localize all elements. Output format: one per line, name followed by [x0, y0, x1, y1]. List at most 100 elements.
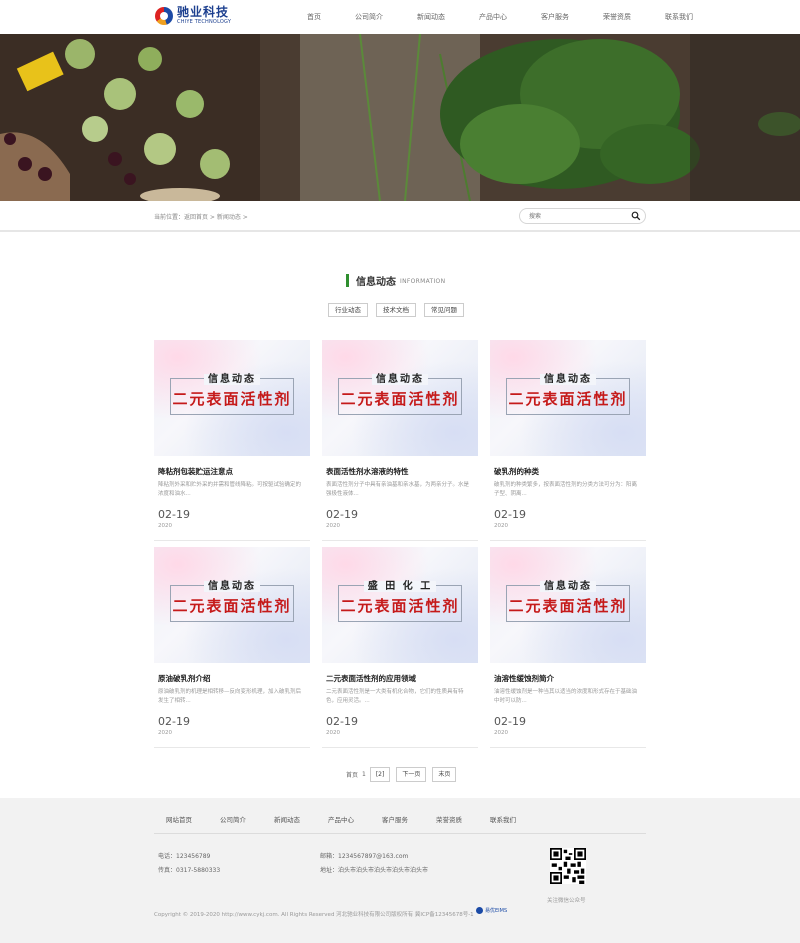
- news-excerpt: 降粘剂外采和贮外采的并需和管线降粘。可按驱试验确定的浓度和油水...: [158, 482, 302, 497]
- news-title[interactable]: 表面活性剂水溶液的特性: [326, 466, 409, 477]
- news-title[interactable]: 降粘剂包装贮运注意点: [158, 466, 233, 477]
- thumbnail-caption: 信息动态: [372, 374, 428, 385]
- tab-faq[interactable]: 常见问题: [424, 303, 464, 317]
- news-year: 2020: [494, 523, 508, 529]
- news-date: 02-19: [158, 508, 190, 521]
- news-excerpt: 破乳剂的种类繁多，按表面活性剂的分类方法可分为：阳离子型、阴离...: [494, 482, 638, 497]
- news-date: 02-19: [158, 715, 190, 728]
- news-thumbnail[interactable]: 信息动态 二元表面活性剂: [490, 547, 646, 663]
- news-title[interactable]: 破乳剂的种类: [494, 466, 539, 477]
- logo-text-cn: 驰业科技: [177, 5, 230, 19]
- news-excerpt: 二元表面活性剂是一大类有机化合物，它们的性质具有特色，应用灵活。...: [326, 689, 464, 704]
- news-year: 2020: [494, 730, 508, 736]
- news-thumbnail[interactable]: 信息动态 二元表面活性剂: [154, 340, 310, 456]
- cms-badge[interactable]: 易优EIMS: [476, 907, 507, 914]
- logo-text-en: CHIYE TECHNOLOGY: [177, 19, 232, 25]
- news-title[interactable]: 油溶性缓蚀剂简介: [494, 673, 554, 684]
- thumbnail-caption: 信息动态: [540, 581, 596, 592]
- breadcrumb-bar: 当前位置：返回首页 > 新闻动态 >: [0, 201, 800, 232]
- footer-phone: 电话：123456789: [158, 853, 211, 860]
- main-nav: 首页 公司简介 新闻动态 产品中心 客户服务 荣誉资质 联系我们: [298, 0, 718, 34]
- footer-fax: 传真：0317-5880333: [158, 867, 221, 874]
- thumbnail-caption: 信息动态: [204, 374, 260, 385]
- news-card[interactable]: 信息动态 二元表面活性剂 油溶性缓蚀剂简介 油溶性缓蚀剂是一种当其以适当的浓度和…: [490, 547, 646, 748]
- news-year: 2020: [326, 730, 340, 736]
- title-accent-bar: [346, 274, 349, 287]
- nav-item-about[interactable]: 公司简介: [346, 0, 392, 34]
- footer-divider: [154, 833, 646, 834]
- thumbnail-headline: 二元表面活性剂: [172, 597, 292, 615]
- news-thumbnail[interactable]: 信息动态 二元表面活性剂: [322, 340, 478, 456]
- news-card[interactable]: 信息动态 二元表面活性剂 表面活性剂水溶液的特性 表面活性剂分子中具有亲油基和亲…: [322, 340, 478, 541]
- section-title-cn: 信息动态: [356, 277, 396, 288]
- thumbnail-headline: 二元表面活性剂: [172, 390, 292, 408]
- thumbnail-caption: 盛 田 化 工: [363, 581, 437, 592]
- news-thumbnail[interactable]: 信息动态 二元表面活性剂: [154, 547, 310, 663]
- pager-page-2[interactable]: [2]: [369, 767, 391, 782]
- search-input[interactable]: [529, 212, 629, 221]
- pager-first[interactable]: 首页: [346, 770, 358, 779]
- footer-link-news[interactable]: 新闻动态: [274, 814, 300, 824]
- news-card[interactable]: 盛 田 化 工 二元表面活性剂 二元表面活性剂的应用领域 二元表面活性剂是一大类…: [322, 547, 478, 748]
- footer-link-contact[interactable]: 联系我们: [490, 814, 516, 824]
- pager-last-button[interactable]: 末页: [432, 767, 457, 782]
- search-box: [519, 208, 646, 224]
- section-title-en: INFORMATION: [400, 278, 446, 285]
- news-card[interactable]: 信息动态 二元表面活性剂 降粘剂包装贮运注意点 降粘剂外采和贮外采的并需和管线降…: [154, 340, 310, 541]
- site-header: 驰业科技 CHIYE TECHNOLOGY 首页 公司简介 新闻动态 产品中心 …: [0, 0, 800, 34]
- news-date: 02-19: [326, 508, 358, 521]
- thumbnail-headline: 二元表面活性剂: [508, 390, 628, 408]
- footer-link-service[interactable]: 客户服务: [382, 814, 408, 824]
- qr-caption: 关注微信公众号: [547, 898, 586, 904]
- news-title[interactable]: 二元表面活性剂的应用领域: [326, 673, 416, 684]
- footer-link-honors[interactable]: 荣誉资质: [436, 814, 462, 824]
- nav-item-service[interactable]: 客户服务: [532, 0, 578, 34]
- footer-link-about[interactable]: 公司简介: [220, 814, 246, 824]
- footer-nav: 网站首页 公司简介 新闻动态 产品中心 客户服务 荣誉资质 联系我们: [166, 814, 544, 824]
- news-card[interactable]: 信息动态 二元表面活性剂 原油破乳剂介绍 原油破乳剂的机理是相转移—反向变形机理…: [154, 547, 310, 748]
- news-excerpt: 表面活性剂分子中具有亲油基和亲水基，为两亲分子。水是强极性液体...: [326, 482, 470, 497]
- logo-mark-icon: [155, 6, 173, 25]
- section-title: 信息动态 INFORMATION: [346, 273, 445, 288]
- thumbnail-headline: 二元表面活性剂: [508, 597, 628, 615]
- thumbnail-headline: 二元表面活性剂: [340, 390, 460, 408]
- hero-banner-image: [0, 34, 800, 201]
- news-year: 2020: [158, 730, 172, 736]
- footer-link-home[interactable]: 网站首页: [166, 814, 192, 824]
- tab-tech-docs[interactable]: 技术文档: [376, 303, 416, 317]
- news-date: 02-19: [326, 715, 358, 728]
- news-year: 2020: [326, 523, 340, 529]
- news-date: 02-19: [494, 508, 526, 521]
- news-year: 2020: [158, 523, 172, 529]
- news-thumbnail[interactable]: 盛 田 化 工 二元表面活性剂: [322, 547, 478, 663]
- pagination: 首页 1 [2] 下一页 末页: [346, 767, 462, 782]
- search-icon[interactable]: [631, 211, 641, 221]
- nav-item-news[interactable]: 新闻动态: [408, 0, 454, 34]
- footer-address: 地址：泊头市泊头市泊头市泊头市泊头市: [320, 867, 429, 874]
- nav-item-products[interactable]: 产品中心: [470, 0, 516, 34]
- pager-current-page: 1: [362, 771, 366, 778]
- footer-email: 邮箱：12345678​97@163.com: [320, 853, 409, 860]
- copyright-text: Copyright © 2019-2020 http://www.cykj.co…: [154, 912, 474, 918]
- wechat-qr-code: [550, 848, 586, 884]
- news-thumbnail[interactable]: 信息动态 二元表面活性剂: [490, 340, 646, 456]
- thumbnail-caption: 信息动态: [204, 581, 260, 592]
- category-tabs: 行业动态 技术文档 常见问题: [328, 303, 472, 317]
- nav-item-home[interactable]: 首页: [298, 0, 330, 34]
- cms-logo-icon: [476, 907, 483, 914]
- thumbnail-caption: 信息动态: [540, 374, 596, 385]
- tab-industry-news[interactable]: 行业动态: [328, 303, 368, 317]
- pager-next-button[interactable]: 下一页: [396, 767, 427, 782]
- breadcrumb[interactable]: 当前位置：返回首页 > 新闻动态 >: [154, 212, 248, 221]
- news-title[interactable]: 原油破乳剂介绍: [158, 673, 211, 684]
- nav-item-contact[interactable]: 联系我们: [656, 0, 702, 34]
- news-card[interactable]: 信息动态 二元表面活性剂 破乳剂的种类 破乳剂的种类繁多，按表面活性剂的分类方法…: [490, 340, 646, 541]
- footer-link-products[interactable]: 产品中心: [328, 814, 354, 824]
- thumbnail-headline: 二元表面活性剂: [340, 597, 460, 615]
- news-date: 02-19: [494, 715, 526, 728]
- cms-name: 易优EIMS: [485, 908, 508, 914]
- logo[interactable]: 驰业科技 CHIYE TECHNOLOGY: [155, 6, 231, 25]
- nav-item-honors[interactable]: 荣誉资质: [594, 0, 640, 34]
- news-excerpt: 原油破乳剂的机理是相转移—反向变形机理，加入破乳剂后发生了相转...: [158, 689, 302, 704]
- news-excerpt: 油溶性缓蚀剂是一种当其以适当的浓度和形式存在于基础油中时可以防...: [494, 689, 638, 704]
